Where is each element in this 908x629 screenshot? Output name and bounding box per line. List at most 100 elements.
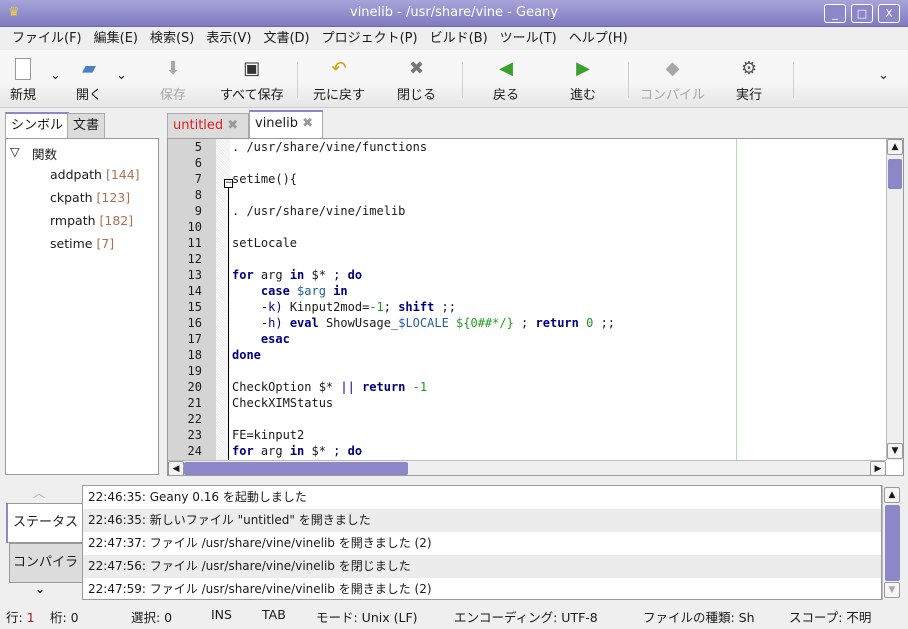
symbol-item[interactable]: ckpath [123]: [50, 190, 130, 205]
menu-project[interactable]: プロジェクト(P): [316, 27, 424, 50]
code-token: esac: [260, 332, 290, 346]
vertical-scrollbar[interactable]: ▲ ▼: [886, 139, 903, 460]
code-line[interactable]: CheckOption $* || return -1: [232, 380, 427, 394]
tab-vinelib[interactable]: vinelib ✖: [249, 110, 323, 138]
tab-untitled[interactable]: untitled ✖: [167, 113, 249, 138]
code-token: CheckXIMStatus: [232, 396, 334, 410]
symbol-item[interactable]: addpath [144]: [50, 167, 140, 182]
minimize-button[interactable]: _: [824, 4, 846, 23]
menu-edit[interactable]: 編集(E): [88, 27, 144, 50]
list-item[interactable]: 22:47:59: ファイル /usr/share/vine/vinelib を…: [83, 578, 881, 601]
code-line[interactable]: case $arg in: [232, 284, 348, 298]
expander-icon[interactable]: ▽: [10, 144, 20, 159]
forward-button[interactable]: ▶ 進む: [570, 58, 596, 103]
close-file-button[interactable]: ✖ 閉じる: [397, 58, 436, 103]
code-line[interactable]: CheckXIMStatus: [232, 396, 333, 410]
tab-compiler[interactable]: コンパイラ: [9, 543, 83, 583]
code-token: . /usr/share/vine/imelib: [232, 204, 406, 218]
tab-symbols[interactable]: シンボル: [5, 112, 70, 138]
menu-document[interactable]: 文書(D): [257, 27, 315, 50]
line-number: 6: [194, 156, 202, 170]
revert-button[interactable]: ↶ 元に戻す: [313, 58, 365, 103]
save-button[interactable]: ⬇ 保存: [160, 58, 186, 103]
scroll-left-icon[interactable]: ◀: [168, 461, 184, 475]
code-token: in: [289, 444, 305, 458]
code-token: ;;: [434, 300, 457, 314]
menu-tools[interactable]: ツール(T): [494, 27, 563, 50]
menu-file[interactable]: ファイル(F): [6, 27, 88, 50]
code-token: ;;: [593, 316, 616, 330]
list-item[interactable]: 22:46:35: 新しいファイル "untitled" を開きました: [83, 509, 881, 532]
code-line[interactable]: for arg in $* ; do: [232, 444, 362, 458]
symbol-tree: ▽ 関数 addpath [144] ckpath [123] rmpath […: [5, 138, 159, 475]
code-token: case: [260, 284, 290, 298]
save-all-button[interactable]: ▣ すべて保存: [220, 58, 284, 103]
code-token: in: [289, 268, 305, 282]
list-item[interactable]: 22:46:35: Geany 0.16 を起動しました: [83, 486, 881, 509]
tab-documents[interactable]: 文書: [67, 113, 106, 138]
open-dropdown[interactable]: ⌄: [116, 68, 127, 83]
scroll-down-icon[interactable]: ▼: [884, 582, 900, 598]
close-tab-icon[interactable]: ✖: [302, 116, 313, 131]
code-token: setime(){: [232, 172, 298, 186]
code-line[interactable]: setime(){: [232, 172, 297, 186]
code-token: FE=kinput2: [232, 428, 305, 442]
list-item[interactable]: 22:47:56: ファイル /usr/share/vine/vinelib を…: [83, 555, 881, 578]
open-button[interactable]: ▰ 開く: [76, 58, 102, 103]
separator: [297, 62, 298, 98]
line-number: 15: [187, 300, 202, 314]
separator: [462, 62, 463, 98]
code-line[interactable]: . /usr/share/vine/imelib: [232, 204, 405, 218]
message-list[interactable]: 22:46:35: Geany 0.16 を起動しました 22:46:35: 新…: [82, 485, 882, 600]
status-eol-mode: モード: Unix (LF): [316, 610, 418, 625]
code-token: -k): [260, 300, 283, 314]
run-button[interactable]: ⚙ 実行: [736, 58, 762, 103]
toolbar-overflow-button[interactable]: ⌄: [878, 68, 889, 83]
menu-view[interactable]: 表示(V): [200, 27, 257, 50]
symbol-group[interactable]: 関数: [32, 144, 57, 163]
symbol-item[interactable]: rmpath [182]: [50, 213, 133, 228]
scrollbar-thumb[interactable]: [888, 159, 902, 189]
arrow-left-icon: ◀: [499, 58, 513, 79]
close-button[interactable]: X: [878, 4, 900, 23]
status-indent: TAB: [262, 607, 286, 622]
list-item[interactable]: 22:47:37: ファイル /usr/share/vine/vinelib を…: [83, 532, 881, 555]
line-number: 19: [187, 364, 202, 378]
code-token: -1: [412, 380, 428, 394]
code-line[interactable]: . /usr/share/vine/functions: [232, 140, 427, 154]
menu-search[interactable]: 検索(S): [144, 27, 200, 50]
symbol-item[interactable]: setime [7]: [50, 236, 114, 251]
close-tab-icon[interactable]: ✖: [227, 118, 238, 133]
menu-help[interactable]: ヘルプ(H): [563, 27, 634, 50]
code-line[interactable]: esac: [232, 332, 290, 346]
new-button[interactable]: 新規: [10, 58, 36, 103]
scroll-up-icon[interactable]: ▲: [884, 487, 900, 503]
status-encoding: エンコーディング: UTF-8: [454, 610, 598, 625]
compile-button[interactable]: ◆ コンパイル: [640, 58, 705, 103]
scroll-up-icon[interactable]: ▲: [887, 139, 903, 155]
code-line[interactable]: FE=kinput2: [232, 428, 304, 442]
code-line[interactable]: setLocale: [232, 236, 297, 250]
code-line[interactable]: -k) Kinput2mod=-1; shift ;;: [232, 300, 456, 314]
menu-build[interactable]: ビルド(B): [424, 27, 494, 50]
code-line[interactable]: done: [232, 348, 261, 362]
code-editor[interactable]: 5 6 7 8 9 10 11 12 13 14 15 16 17 18 19 20 21 22 23 24 − . …: [167, 138, 904, 476]
horizontal-scrollbar[interactable]: ◀ ▶: [168, 460, 886, 475]
scroll-right-icon[interactable]: ▶: [870, 461, 886, 475]
tab-status[interactable]: ステータス: [6, 503, 83, 543]
scroll-down-icon[interactable]: ▼: [887, 443, 903, 459]
scrollbar-thumb[interactable]: [885, 505, 900, 581]
tab-scroll-down-icon[interactable]: ⌄: [35, 582, 45, 596]
tab-scroll-up-icon[interactable]: ︿: [33, 484, 45, 501]
code-line[interactable]: -h) eval ShowUsage_$LOCALE ${0##*/} ; re…: [232, 316, 615, 330]
maximize-button[interactable]: □: [851, 4, 873, 23]
code-token: arg: [253, 268, 290, 282]
message-scrollbar[interactable]: ▲ ▼: [882, 485, 902, 600]
line-number: 14: [187, 284, 202, 298]
back-button[interactable]: ◀ 戻る: [493, 58, 519, 103]
new-dropdown[interactable]: ⌄: [50, 68, 61, 83]
code-line[interactable]: for arg in $* ; do: [232, 268, 362, 282]
scrollbar-thumb[interactable]: [184, 462, 408, 475]
